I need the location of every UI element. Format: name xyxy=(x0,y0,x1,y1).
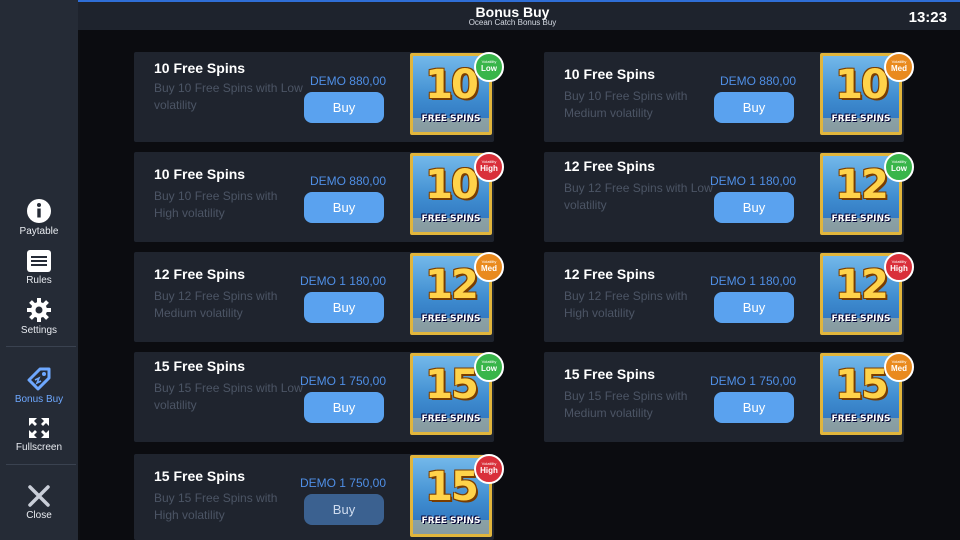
card-price: DEMO 1 750,00 xyxy=(709,374,796,388)
volatility-level: High xyxy=(480,466,498,475)
bonus-card: 15 Free Spins Buy 15 Free Spins with Hig… xyxy=(134,454,504,540)
card-price: DEMO 880,00 xyxy=(309,74,386,88)
top-bar: Bonus Buy Ocean Catch Bonus Buy 13:23 xyxy=(0,0,960,30)
sidebar-item-settings[interactable]: Settings xyxy=(0,297,78,336)
bonus-card: 12 Free Spins Buy 12 Free Spins with Med… xyxy=(134,252,504,342)
volatility-badge: Volatility Low xyxy=(474,52,504,82)
sidebar-divider xyxy=(6,464,76,465)
card-description: Buy 10 Free Spins with High volatility xyxy=(154,189,278,220)
card-price: DEMO 1 750,00 xyxy=(299,476,386,490)
card-description: Buy 15 Free Spins with Low volatility xyxy=(154,381,303,412)
buy-button[interactable]: Buy xyxy=(714,292,794,323)
volatility-badge: Volatility Low xyxy=(474,352,504,382)
card-price: DEMO 1 180,00 xyxy=(709,174,796,188)
close-icon xyxy=(28,485,50,507)
volatility-level: Low xyxy=(891,164,907,173)
card-price: DEMO 1 180,00 xyxy=(709,274,796,288)
free-spins-caption: FREE SPINS xyxy=(831,114,891,124)
free-spins-caption: FREE SPINS xyxy=(421,516,481,526)
volatility-badge: Volatility Low xyxy=(884,152,914,182)
buy-button[interactable]: Buy xyxy=(304,192,384,223)
buy-button[interactable]: Buy xyxy=(714,392,794,423)
card-title: 12 Free Spins xyxy=(154,266,246,282)
page-subtitle: Ocean Catch Bonus Buy xyxy=(468,18,557,27)
bonus-list-area: 10 Free Spins Buy 10 Free Spins with Low… xyxy=(80,30,960,540)
bonus-card: 10 Free Spins Buy 10 Free Spins with Low… xyxy=(134,52,504,142)
volatility-badge: Volatility High xyxy=(474,152,504,182)
gear-icon xyxy=(27,298,51,322)
card-description: Buy 12 Free Spins with High volatility xyxy=(564,289,688,320)
volatility-level: Med xyxy=(481,264,497,273)
sidebar-label: Paytable xyxy=(19,226,59,237)
bonus-card: 12 Free Spins Buy 12 Free Spins with Hig… xyxy=(544,252,914,342)
bonus-card: 15 Free Spins Buy 15 Free Spins with Med… xyxy=(544,352,914,442)
free-spins-caption: FREE SPINS xyxy=(421,114,481,124)
card-price: DEMO 1 180,00 xyxy=(299,274,386,288)
sidebar-item-paytable[interactable]: Paytable xyxy=(0,198,78,237)
card-title: 10 Free Spins xyxy=(154,60,246,76)
tag-icon xyxy=(27,367,51,391)
sidebar-item-bonus-buy[interactable]: Bonus Buy xyxy=(0,366,78,405)
card-title: 12 Free Spins xyxy=(564,266,656,282)
card-description: Buy 15 Free Spins with High volatility xyxy=(154,491,278,522)
sidebar-item-fullscreen[interactable]: Fullscreen xyxy=(0,416,78,453)
clock: 13:23 xyxy=(908,9,947,26)
bonus-card: 10 Free Spins Buy 10 Free Spins with Med… xyxy=(544,52,914,142)
buy-button[interactable]: Buy xyxy=(714,92,794,123)
volatility-badge: Volatility Med xyxy=(884,352,914,382)
buy-button[interactable]: Buy xyxy=(304,292,384,323)
card-description: Buy 10 Free Spins with Medium volatility xyxy=(564,89,688,120)
free-spins-caption: FREE SPINS xyxy=(831,414,891,424)
sidebar-label: Bonus Buy xyxy=(14,394,64,405)
card-title: 12 Free Spins xyxy=(564,158,656,174)
sidebar: Paytable Rules Settings Bonus Buy Fullsc… xyxy=(0,0,78,540)
free-spins-caption: FREE SPINS xyxy=(831,314,891,324)
card-price: DEMO 1 750,00 xyxy=(299,374,386,388)
card-description: Buy 15 Free Spins with Medium volatility xyxy=(564,389,688,420)
sidebar-label: Close xyxy=(26,510,52,521)
sidebar-label: Rules xyxy=(26,275,52,286)
bonus-card: 15 Free Spins Buy 15 Free Spins with Low… xyxy=(134,352,504,442)
volatility-badge: Volatility Med xyxy=(474,252,504,282)
free-spins-caption: FREE SPINS xyxy=(421,414,481,424)
bonus-card: 10 Free Spins Buy 10 Free Spins with Hig… xyxy=(134,152,504,242)
volatility-level: Low xyxy=(481,364,497,373)
card-title: 15 Free Spins xyxy=(564,366,656,382)
buy-button[interactable]: Buy xyxy=(304,392,384,423)
volatility-level: High xyxy=(890,264,908,273)
volatility-badge: Volatility High xyxy=(474,454,504,484)
buy-button[interactable]: Buy xyxy=(304,494,384,525)
volatility-badge: Volatility Med xyxy=(884,52,914,82)
card-description: Buy 10 Free Spins with Low volatility xyxy=(154,81,303,112)
free-spins-caption: FREE SPINS xyxy=(421,314,481,324)
free-spins-caption: FREE SPINS xyxy=(831,214,891,224)
card-title: 10 Free Spins xyxy=(154,166,246,182)
buy-button[interactable]: Buy xyxy=(304,92,384,123)
volatility-level: High xyxy=(480,164,498,173)
rules-icon xyxy=(27,250,51,272)
card-description: Buy 12 Free Spins with Medium volatility xyxy=(154,289,278,320)
sidebar-divider xyxy=(6,346,76,347)
card-title: 10 Free Spins xyxy=(564,66,656,82)
card-title: 15 Free Spins xyxy=(154,468,246,484)
sidebar-item-rules[interactable]: Rules xyxy=(0,249,78,286)
volatility-level: Low xyxy=(481,64,497,73)
card-title: 15 Free Spins xyxy=(154,358,246,374)
sidebar-label: Settings xyxy=(20,325,58,336)
card-price: DEMO 880,00 xyxy=(719,74,796,88)
card-price: DEMO 880,00 xyxy=(309,174,386,188)
info-icon xyxy=(27,199,51,223)
fullscreen-icon xyxy=(29,418,49,438)
sidebar-item-close[interactable]: Close xyxy=(0,484,78,521)
buy-button[interactable]: Buy xyxy=(714,192,794,223)
card-description: Buy 12 Free Spins with Low volatility xyxy=(564,181,713,212)
free-spins-caption: FREE SPINS xyxy=(421,214,481,224)
bonus-card: 12 Free Spins Buy 12 Free Spins with Low… xyxy=(544,152,914,242)
volatility-badge: Volatility High xyxy=(884,252,914,282)
volatility-level: Med xyxy=(891,364,907,373)
volatility-level: Med xyxy=(891,64,907,73)
sidebar-label: Fullscreen xyxy=(15,442,63,453)
